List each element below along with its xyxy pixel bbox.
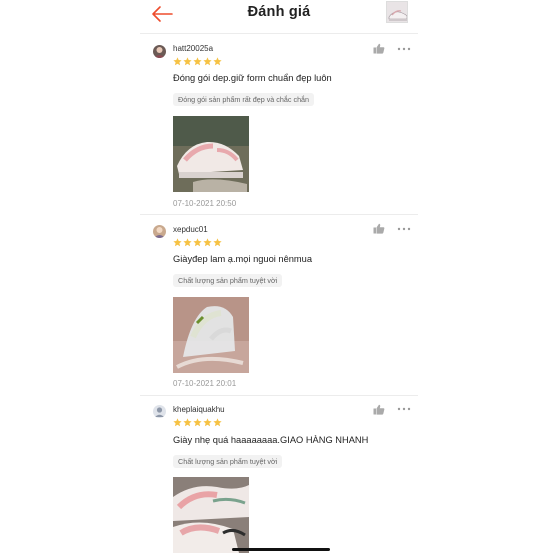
avatar [153,405,166,418]
avatar [153,45,166,58]
review-photo[interactable] [173,116,249,192]
star-icon [173,238,182,247]
avatar [153,225,166,238]
star-icon [203,418,212,427]
star-icon [213,57,222,66]
review-tag: Đóng gói sản phẩm rất đẹp và chắc chắn [173,93,315,106]
review-text: Đóng gói dep.giữ form chuẩn đẹp luôn [173,73,332,83]
username: kheplaiquakhu [173,405,225,414]
review-text: Giày nhẹ quá haaaaaaaa.GIAO HÀNG NHANH [173,435,369,445]
top-bar: Đánh giá [140,0,418,34]
star-rating [173,238,222,248]
thumbs-up-icon[interactable] [373,404,385,415]
star-icon [193,238,202,247]
star-icon [183,57,192,66]
star-icon [213,418,222,427]
review-tag: Chất lượng sản phẩm tuyệt vời [173,455,283,468]
thumbs-up-icon[interactable] [373,223,385,234]
star-rating [173,57,222,67]
more-options-icon[interactable] [397,226,411,232]
star-icon [193,418,202,427]
product-thumbnail[interactable] [386,1,408,23]
review-date: 07-10-2021 20:50 [173,199,237,208]
review-date: 07-10-2021 20:01 [173,379,237,388]
more-options-icon[interactable] [397,406,411,412]
star-icon [173,57,182,66]
divider [140,214,418,215]
star-icon [203,57,212,66]
review-photo[interactable] [173,477,249,553]
star-icon [183,418,192,427]
thumbs-up-icon[interactable] [373,43,385,54]
review-tag: Chất lượng sản phẩm tuyệt vời [173,274,283,287]
username: hatt20025a [173,44,214,53]
star-rating [173,418,222,428]
star-icon [213,238,222,247]
page-title: Đánh giá [247,4,311,20]
review-photo[interactable] [173,297,249,373]
star-icon [173,418,182,427]
star-icon [193,57,202,66]
username: xepduc01 [173,225,208,234]
more-options-icon[interactable] [397,46,411,52]
review-screen: Đánh giá hatt20025a Đóng gói dep.giữ for… [140,0,418,558]
star-icon [203,238,212,247]
divider [140,395,418,396]
home-indicator [232,548,330,551]
star-icon [183,238,192,247]
review-text: Giàyđep lam ạ.mọi nguoi nênmua [173,254,313,264]
